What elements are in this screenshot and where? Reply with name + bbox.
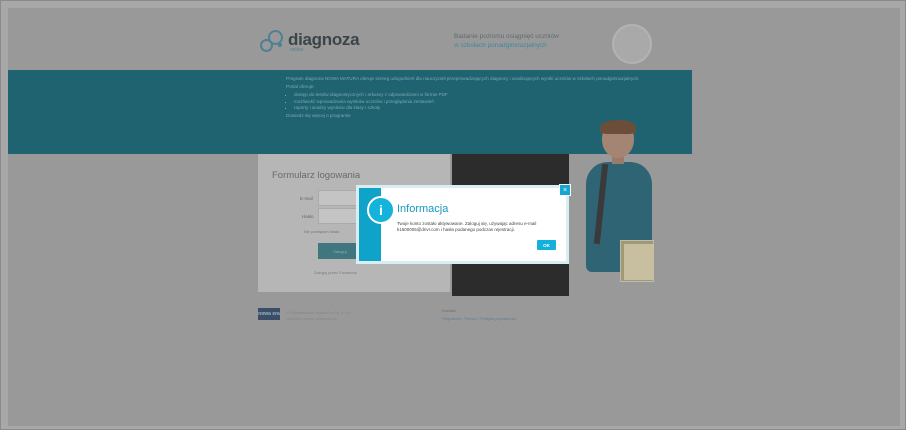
footer-links[interactable]: Regulamin | Pomoc | Polityka prywatności — [442, 316, 516, 321]
learn-more-link[interactable]: Dowiedz się więcej o programie — [286, 113, 666, 119]
intro-text: Program diagnoza NOWA MATURA oferuje sze… — [286, 76, 666, 119]
tagline-line1: Badanie poziomu osiągnięć uczniów — [454, 33, 559, 40]
modal-message: Twoje konto zostało aktywowane. Zaloguj … — [397, 221, 537, 232]
forgot-password-link[interactable]: Nie pamiętam hasła — [304, 229, 339, 234]
molecule-icon — [258, 29, 284, 52]
nowa-era-logo[interactable]: nowa era — [258, 308, 280, 320]
login-button[interactable]: Zaloguj — [318, 243, 362, 259]
logo-subtitle: online — [290, 47, 304, 53]
password-label: Hasło — [302, 214, 314, 219]
ok-button[interactable]: OK — [537, 240, 556, 250]
info-modal: i Informacja Twoje konto zostało aktywow… — [359, 184, 571, 261]
offer-item: raporty i analizy wyników dla klasy i sz… — [294, 105, 666, 111]
close-icon[interactable]: × — [559, 184, 571, 196]
login-title: Formularz logowania — [272, 170, 361, 181]
intro-paragraph: Program diagnoza NOWA MATURA oferuje sze… — [286, 76, 640, 81]
footer-copyright: © Wydawnictwo Nowa Era Sp. z o.o. Wszelk… — [286, 310, 351, 322]
email-field[interactable] — [318, 190, 360, 206]
header-tagline: Badanie poziomu osiągnięć uczniów w szko… — [454, 32, 604, 50]
student-illustration — [580, 120, 660, 300]
offers-title: Portal oferuje: — [286, 84, 315, 90]
email-label: E-mail — [300, 196, 313, 201]
diagnoza-logo[interactable]: diagnoza — [258, 28, 360, 52]
password-field[interactable] — [318, 208, 360, 224]
offers-list: dostęp do testów diagnostycznych i arkus… — [294, 92, 666, 111]
info-icon: i — [367, 196, 395, 224]
decorative-circle — [612, 24, 652, 64]
facebook-login-link[interactable]: Zaloguj przez Facebook — [314, 270, 357, 275]
tagline-line2: w szkołach ponadgimnazjalnych — [454, 42, 547, 49]
footer-contact-title: Kontakt — [442, 308, 456, 313]
modal-title: Informacja — [397, 203, 449, 215]
copyright-line2: Wszelkie prawa zastrzeżone — [286, 316, 337, 321]
